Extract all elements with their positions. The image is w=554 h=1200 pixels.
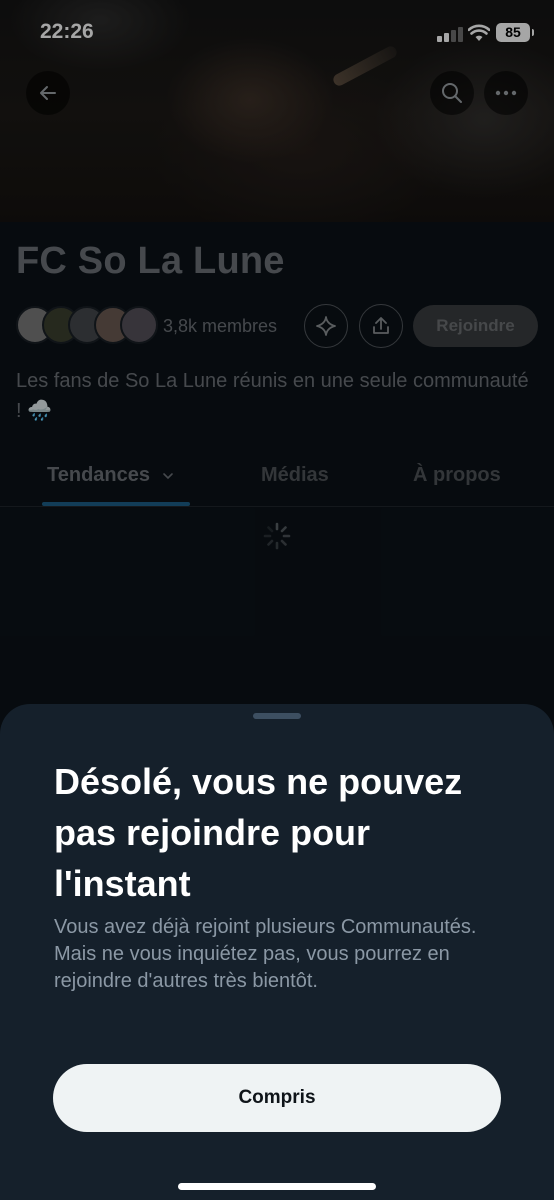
sheet-title: Désolé, vous ne pouvez pas rejoindre pou… <box>54 761 463 904</box>
home-indicator <box>178 1183 376 1190</box>
sheet-message: Vous avez déjà rejoint plusieurs Communa… <box>54 916 477 992</box>
bottom-sheet: Désolé, vous ne pouvez pas rejoindre pou… <box>0 704 554 1200</box>
sheet-grabber[interactable] <box>253 713 301 719</box>
compris-button[interactable]: Compris <box>53 1064 501 1132</box>
